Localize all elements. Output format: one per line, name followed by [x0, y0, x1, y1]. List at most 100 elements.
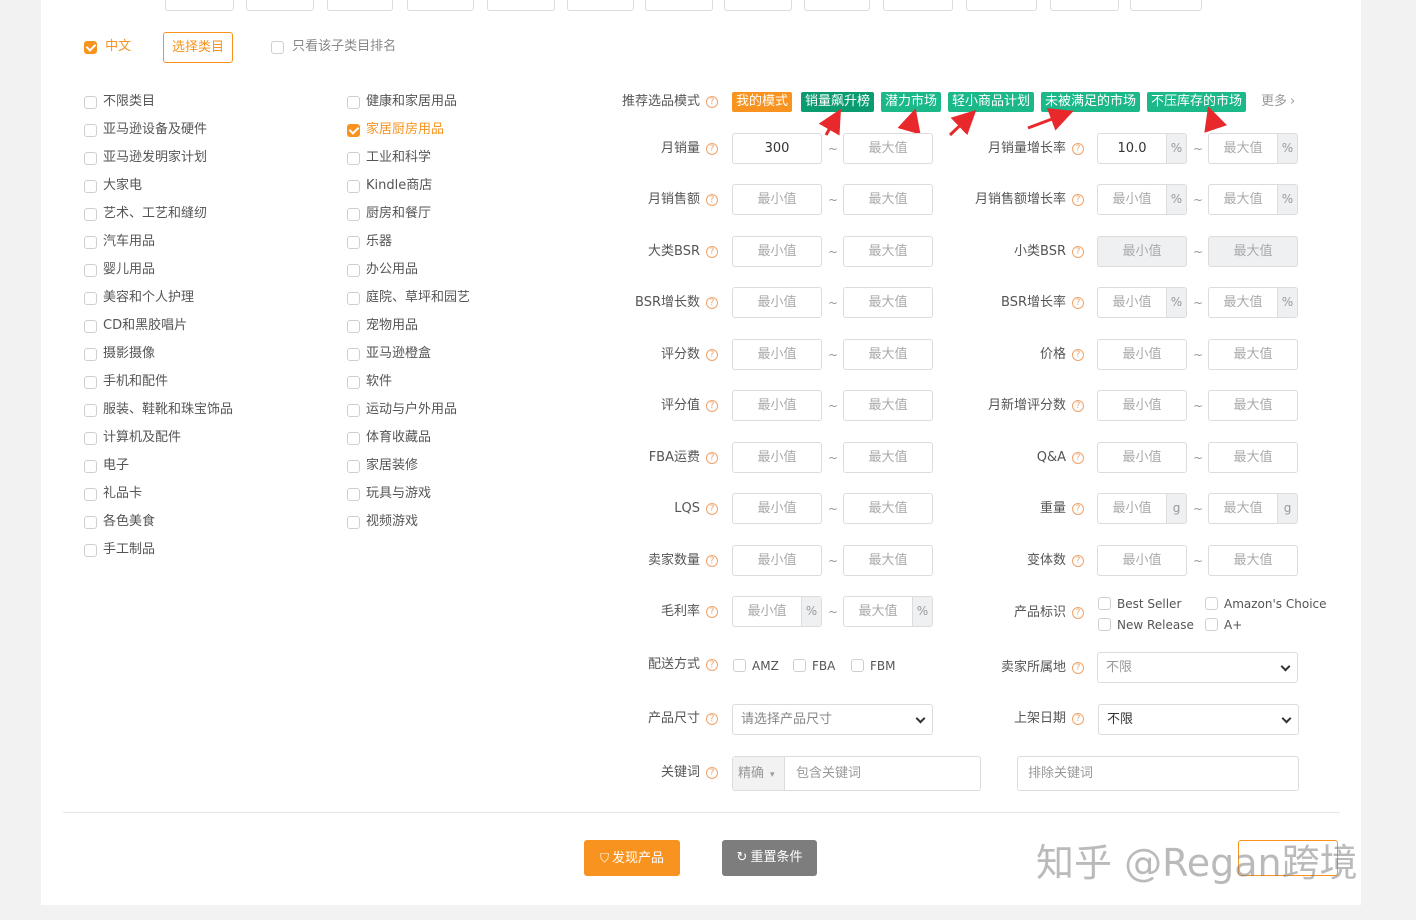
help-icon[interactable]: ? — [1072, 245, 1084, 258]
help-icon[interactable]: ? — [1072, 348, 1084, 361]
min-input[interactable]: 最小值% — [1097, 184, 1187, 215]
help-icon[interactable]: ? — [706, 766, 718, 779]
min-input[interactable]: 最小值 — [732, 339, 822, 370]
max-input[interactable]: 最大值 — [843, 339, 933, 370]
min-input[interactable]: 最小值% — [1097, 287, 1187, 318]
delivery-fba[interactable]: FBA — [793, 657, 835, 674]
seller-location-value: 不限 — [1106, 660, 1133, 675]
max-input[interactable]: 最大值 — [843, 184, 933, 215]
help-icon[interactable]: ? — [1072, 142, 1084, 155]
min-input[interactable]: 最小值 — [1097, 442, 1187, 473]
max-input[interactable]: 最大值% — [1208, 287, 1298, 318]
min-input[interactable]: 最小值 — [732, 287, 822, 318]
match-mode-select[interactable]: 精确 ▾ — [733, 757, 785, 790]
min-input[interactable]: 最小值 — [732, 442, 822, 473]
help-icon[interactable]: ? — [706, 193, 718, 206]
keyword-include-input[interactable]: 包含关键词 — [796, 757, 861, 790]
help-icon[interactable]: ? — [706, 712, 718, 725]
badge-checkbox[interactable] — [1205, 597, 1218, 610]
arrow-to-light-small — [948, 109, 977, 137]
keyword-exclude-input[interactable]: 排除关键词 — [1017, 756, 1299, 791]
min-input[interactable]: 最小值 — [1097, 390, 1187, 421]
min-input[interactable]: 最小值 — [1097, 236, 1187, 267]
range-separator: ~ — [1193, 245, 1204, 259]
max-input[interactable]: 最大值% — [1208, 133, 1298, 164]
delivery-fbm[interactable]: FBM — [851, 657, 896, 674]
max-value: 最大值 — [868, 244, 908, 259]
help-icon[interactable]: ? — [1072, 606, 1084, 619]
help-icon[interactable]: ? — [1072, 451, 1084, 464]
help-icon[interactable]: ? — [706, 658, 718, 671]
min-input[interactable]: 最小值 — [1097, 545, 1187, 576]
help-icon[interactable]: ? — [706, 296, 718, 309]
listing-date-select[interactable]: 不限 — [1098, 704, 1299, 735]
max-input[interactable]: 最大值% — [843, 596, 933, 627]
badge-checkbox[interactable] — [1205, 618, 1218, 631]
discover-products-button[interactable]: ⛉ 发现产品 — [584, 840, 680, 876]
help-icon[interactable]: ? — [1072, 399, 1084, 412]
min-input[interactable]: 最小值 — [732, 184, 822, 215]
help-icon[interactable]: ? — [706, 451, 718, 464]
help-icon[interactable]: ? — [1072, 502, 1084, 515]
min-input[interactable]: 最小值 — [732, 390, 822, 421]
help-icon[interactable]: ? — [1072, 554, 1084, 567]
help-icon[interactable]: ? — [1072, 712, 1084, 725]
max-input[interactable]: 最大值 — [843, 133, 933, 164]
max-input[interactable]: 最大值 — [1208, 339, 1298, 370]
help-icon[interactable]: ? — [706, 348, 718, 361]
max-input[interactable]: 最大值 — [843, 493, 933, 524]
min-input[interactable]: 300 — [732, 133, 822, 164]
help-icon[interactable]: ? — [706, 399, 718, 412]
delivery-checkbox[interactable] — [793, 659, 806, 672]
max-input[interactable]: 最大值 — [1208, 236, 1298, 267]
seller-location-select[interactable]: 不限 — [1097, 652, 1298, 683]
max-input[interactable]: 最大值 — [1208, 390, 1298, 421]
max-input[interactable]: 最大值 — [843, 390, 933, 421]
min-value: 最小值 — [1122, 244, 1162, 259]
help-icon[interactable]: ? — [706, 554, 718, 567]
delivery-option-label: AMZ — [752, 658, 779, 673]
max-input[interactable]: 最大值 — [843, 545, 933, 576]
range-separator: ~ — [828, 399, 839, 413]
badge-a-plus[interactable]: A+ — [1205, 616, 1242, 633]
min-input[interactable]: 10.0% — [1097, 133, 1187, 164]
help-icon[interactable]: ? — [706, 605, 718, 618]
max-input[interactable]: 最大值 — [843, 442, 933, 473]
max-input[interactable]: 最大值 — [1208, 442, 1298, 473]
seller-location-label-row: 卖家所属地? — [960, 658, 1084, 678]
help-icon[interactable]: ? — [706, 142, 718, 155]
badge-amazons-choice[interactable]: Amazon's Choice — [1205, 595, 1327, 612]
range-separator: ~ — [828, 245, 839, 259]
delivery-amz[interactable]: AMZ — [733, 657, 779, 674]
help-icon[interactable]: ? — [1072, 661, 1084, 674]
max-input[interactable]: 最大值 — [1208, 545, 1298, 576]
min-input[interactable]: 最小值 g — [1097, 493, 1187, 524]
delivery-checkbox[interactable] — [733, 659, 746, 672]
badge-best-seller[interactable]: Best Seller — [1098, 595, 1181, 612]
badge-new-release[interactable]: New Release — [1098, 616, 1194, 633]
listing-date-label-row: 上架日期? — [960, 709, 1084, 729]
max-input[interactable]: 最大值 g — [1208, 493, 1298, 524]
min-input[interactable]: 最小值 — [732, 493, 822, 524]
help-icon[interactable]: ? — [1072, 296, 1084, 309]
product-size-select[interactable]: 请选择产品尺寸 — [732, 704, 933, 735]
listing-date-value: 不限 — [1107, 712, 1134, 727]
min-input[interactable]: 最小值 — [1097, 339, 1187, 370]
min-input[interactable]: 最小值 — [732, 545, 822, 576]
badge-checkbox[interactable] — [1098, 597, 1111, 610]
range-separator: ~ — [1193, 502, 1204, 516]
field-label-row: 卖家数量? — [600, 551, 718, 571]
max-input[interactable]: 最大值 — [843, 287, 933, 318]
badge-checkbox[interactable] — [1098, 618, 1111, 631]
max-input[interactable]: 最大值% — [1208, 184, 1298, 215]
reset-conditions-button[interactable]: ↻ 重置条件 — [722, 840, 817, 876]
delivery-checkbox[interactable] — [851, 659, 864, 672]
help-icon[interactable]: ? — [706, 245, 718, 258]
help-icon[interactable]: ? — [1072, 193, 1084, 206]
max-input[interactable]: 最大值 — [843, 236, 933, 267]
min-input[interactable]: 最小值 — [732, 236, 822, 267]
help-icon[interactable]: ? — [706, 502, 718, 515]
field-label-row: 月销量增长率? — [960, 139, 1084, 159]
min-input[interactable]: 最小值% — [732, 596, 822, 627]
delivery-label: 配送方式 — [647, 657, 700, 672]
